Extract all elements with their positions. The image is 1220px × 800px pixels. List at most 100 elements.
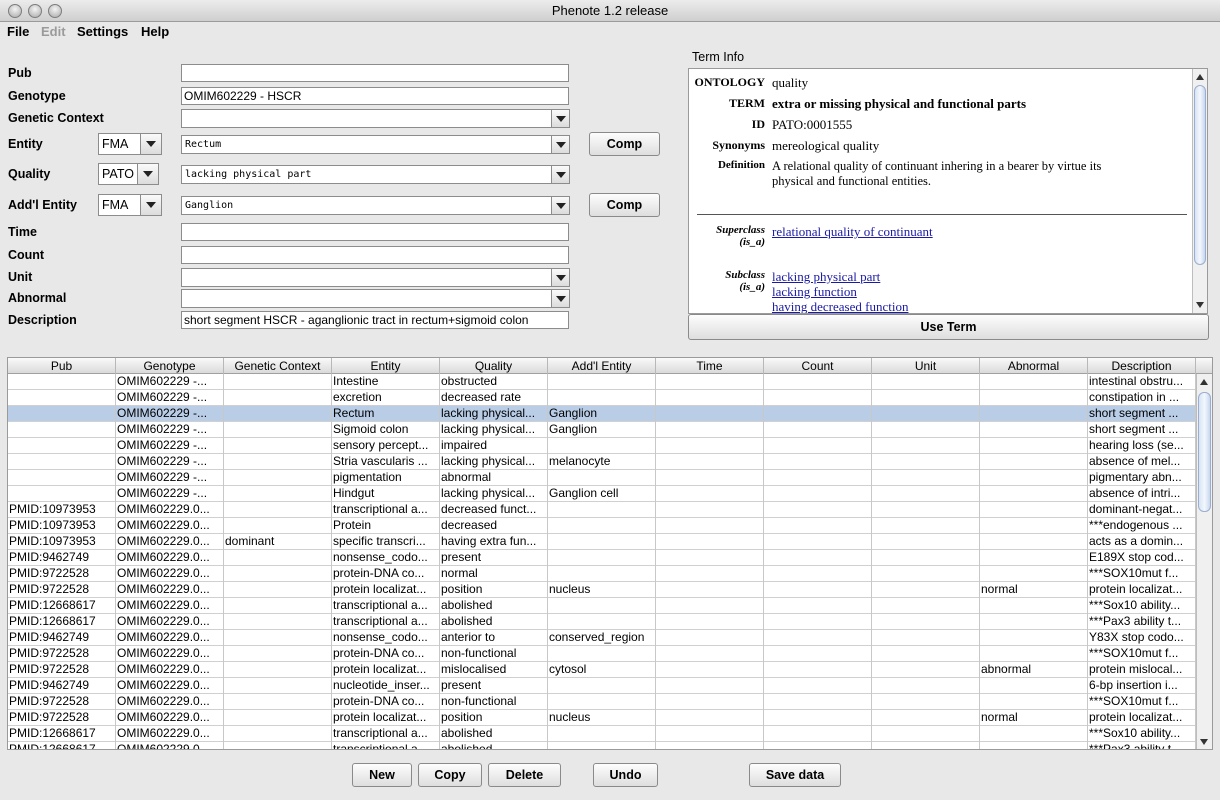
table-cell[interactable] — [872, 726, 980, 742]
table-cell[interactable]: PMID:9462749 — [8, 630, 116, 646]
column-header[interactable]: Abnormal — [980, 358, 1088, 374]
table-scrollbar[interactable] — [1196, 374, 1212, 749]
table-cell[interactable]: Ganglion — [548, 422, 656, 438]
table-cell[interactable]: transcriptional a... — [332, 502, 440, 518]
table-cell[interactable] — [980, 646, 1088, 662]
table-cell[interactable] — [548, 678, 656, 694]
table-cell[interactable]: OMIM602229 -... — [116, 486, 224, 502]
table-cell[interactable]: dominant-negat... — [1088, 502, 1196, 518]
table-row[interactable]: OMIM602229 -... Hindgut lacking physical..… — [8, 486, 1197, 502]
table-cell[interactable] — [8, 486, 116, 502]
table-cell[interactable] — [872, 438, 980, 454]
table-row[interactable]: PMID:9722528 OMIM602229.0... protein local… — [8, 582, 1197, 598]
chevron-down-icon[interactable] — [551, 197, 569, 214]
chevron-down-icon[interactable] — [137, 164, 158, 184]
table-cell[interactable] — [548, 726, 656, 742]
table-cell[interactable]: specific transcri... — [332, 534, 440, 550]
table-cell[interactable]: OMIM602229.0... — [116, 726, 224, 742]
table-cell[interactable] — [656, 534, 764, 550]
table-cell[interactable]: transcriptional a... — [332, 598, 440, 614]
table-cell[interactable]: 6-bp insertion i... — [1088, 678, 1196, 694]
table-cell[interactable]: protein localizat... — [332, 710, 440, 726]
table-cell[interactable] — [224, 742, 332, 749]
table-cell[interactable] — [656, 614, 764, 630]
table-cell[interactable] — [224, 662, 332, 678]
table-cell[interactable]: PMID:9722528 — [8, 646, 116, 662]
table-cell[interactable]: PMID:10973953 — [8, 518, 116, 534]
table-cell[interactable]: ***SOX10mut f... — [1088, 566, 1196, 582]
addl-entity-combo[interactable]: Ganglion — [181, 196, 570, 215]
table-cell[interactable] — [764, 710, 872, 726]
table-cell[interactable] — [872, 502, 980, 518]
table-cell[interactable] — [764, 438, 872, 454]
table-cell[interactable]: Sigmoid colon — [332, 422, 440, 438]
genetic-context-combo[interactable] — [181, 109, 570, 128]
table-cell[interactable]: OMIM602229 -... — [116, 438, 224, 454]
table-cell[interactable]: short segment ... — [1088, 406, 1196, 422]
minimize-window-button[interactable] — [28, 4, 42, 18]
term-info-scrollbar[interactable] — [1192, 69, 1207, 313]
table-cell[interactable] — [764, 630, 872, 646]
quality-ontology-select[interactable]: PATO — [98, 163, 159, 185]
column-header[interactable]: Quality — [440, 358, 548, 374]
table-cell[interactable] — [980, 614, 1088, 630]
entity-combo[interactable]: Rectum — [181, 135, 570, 154]
table-cell[interactable] — [764, 742, 872, 749]
table-cell[interactable]: ***SOX10mut f... — [1088, 646, 1196, 662]
table-cell[interactable] — [656, 646, 764, 662]
table-cell[interactable]: transcriptional a... — [332, 742, 440, 749]
table-cell[interactable]: hearing loss (se... — [1088, 438, 1196, 454]
table-cell[interactable]: PMID:9462749 — [8, 550, 116, 566]
table-cell[interactable]: abnormal — [980, 662, 1088, 678]
table-cell[interactable]: obstructed — [440, 374, 548, 390]
unit-combo[interactable] — [181, 268, 570, 287]
table-cell[interactable] — [656, 742, 764, 749]
table-cell[interactable] — [872, 406, 980, 422]
table-body[interactable]: OMIM602229 -... Intestine obstructed intest… — [8, 374, 1197, 749]
table-cell[interactable] — [980, 502, 1088, 518]
menu-edit[interactable]: Edit — [41, 24, 66, 39]
subclass-link[interactable]: lacking physical part — [772, 269, 880, 285]
table-cell[interactable] — [980, 694, 1088, 710]
table-cell[interactable] — [224, 470, 332, 486]
table-cell[interactable] — [764, 454, 872, 470]
count-input[interactable] — [181, 246, 569, 264]
table-cell[interactable] — [656, 518, 764, 534]
table-cell[interactable] — [656, 726, 764, 742]
table-cell[interactable] — [764, 678, 872, 694]
table-cell[interactable]: lacking physical... — [440, 454, 548, 470]
table-row[interactable]: PMID:9722528 OMIM602229.0... protein-DNA c… — [8, 566, 1197, 582]
table-cell[interactable] — [764, 614, 872, 630]
table-cell[interactable] — [764, 502, 872, 518]
table-cell[interactable] — [872, 614, 980, 630]
table-cell[interactable] — [764, 470, 872, 486]
close-window-button[interactable] — [8, 4, 22, 18]
table-cell[interactable] — [872, 486, 980, 502]
table-cell[interactable] — [656, 662, 764, 678]
copy-button[interactable]: Copy — [418, 763, 482, 787]
table-cell[interactable]: ***Sox10 ability... — [1088, 726, 1196, 742]
table-row[interactable]: PMID:12668617 OMIM602229.0... transcriptio… — [8, 614, 1197, 630]
chevron-down-icon[interactable] — [551, 136, 569, 153]
table-cell[interactable] — [764, 390, 872, 406]
table-cell[interactable]: having extra fun... — [440, 534, 548, 550]
table-cell[interactable] — [224, 630, 332, 646]
entity-ontology-select[interactable]: FMA — [98, 133, 162, 155]
scroll-thumb[interactable] — [1194, 85, 1206, 265]
table-row[interactable]: OMIM602229 -... Intestine obstructed intest… — [8, 374, 1197, 390]
scroll-up-icon[interactable] — [1200, 379, 1208, 385]
table-cell[interactable] — [980, 534, 1088, 550]
subclass-link[interactable]: lacking function — [772, 284, 857, 300]
table-cell[interactable] — [656, 694, 764, 710]
table-cell[interactable] — [224, 550, 332, 566]
table-cell[interactable] — [656, 406, 764, 422]
chevron-down-icon[interactable] — [551, 166, 569, 183]
table-cell[interactable]: abolished — [440, 726, 548, 742]
table-cell[interactable]: ***Pax3 ability t... — [1088, 614, 1196, 630]
table-cell[interactable]: ***Pax3 ability t... — [1088, 742, 1196, 749]
table-cell[interactable] — [980, 550, 1088, 566]
table-cell[interactable] — [872, 470, 980, 486]
table-cell[interactable] — [656, 550, 764, 566]
table-cell[interactable] — [8, 390, 116, 406]
table-cell[interactable]: lacking physical... — [440, 406, 548, 422]
